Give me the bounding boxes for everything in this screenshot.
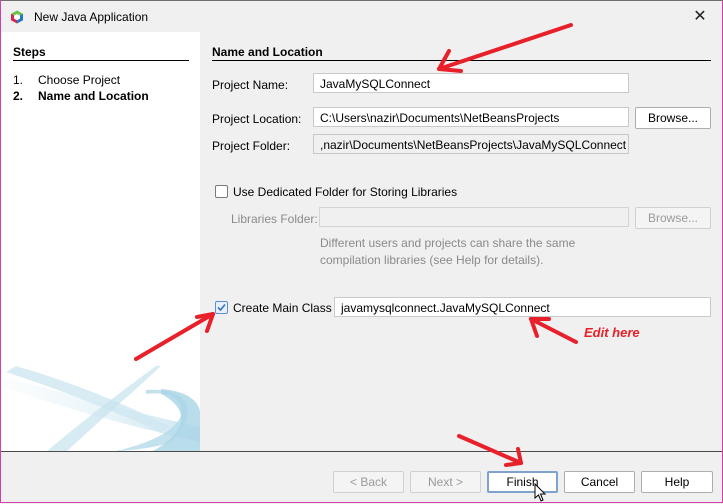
window-title: New Java Application bbox=[34, 10, 149, 24]
step-number: 2. bbox=[13, 89, 24, 103]
section-title: Name and Location bbox=[212, 45, 323, 59]
create-main-class-label: Create Main Class bbox=[233, 301, 332, 315]
back-button: < Back bbox=[333, 471, 404, 493]
dedicated-folder-label: Use Dedicated Folder for Storing Librari… bbox=[233, 185, 458, 199]
help-line-1: Different users and projects can share t… bbox=[320, 236, 576, 250]
create-main-class-checkbox[interactable] bbox=[215, 301, 228, 314]
help-button[interactable]: Help bbox=[641, 471, 713, 493]
step-label: Name and Location bbox=[38, 89, 149, 103]
libraries-folder-input bbox=[319, 207, 629, 227]
mouse-cursor-icon bbox=[534, 483, 547, 502]
project-name-label: Project Name: bbox=[212, 78, 289, 92]
edit-here-annotation: Edit here bbox=[584, 325, 640, 340]
checkmark-icon bbox=[217, 303, 226, 312]
cancel-button[interactable]: Cancel bbox=[564, 471, 635, 493]
browse-libraries-button: Browse... bbox=[635, 207, 711, 229]
main-class-input[interactable]: javamysqlconnect.JavaMySQLConnect bbox=[334, 297, 711, 317]
steps-title: Steps bbox=[13, 45, 46, 59]
project-location-input[interactable]: C:\Users\nazir\Documents\NetBeansProject… bbox=[313, 107, 629, 127]
project-folder-field: ,nazir\Documents\NetBeansProjects\JavaMy… bbox=[313, 134, 629, 154]
next-button: Next > bbox=[410, 471, 481, 493]
decorative-swoosh-graphic bbox=[4, 366, 200, 451]
steps-panel: Steps 1. Choose Project 2. Name and Locati… bbox=[1, 32, 200, 451]
project-folder-label: Project Folder: bbox=[212, 139, 291, 153]
close-button[interactable]: ✕ bbox=[685, 5, 715, 29]
section-divider bbox=[212, 60, 711, 61]
libraries-folder-label: Libraries Folder: bbox=[231, 212, 318, 226]
project-name-input[interactable]: JavaMySQLConnect bbox=[313, 73, 629, 93]
project-location-label: Project Location: bbox=[212, 112, 302, 126]
netbeans-logo-icon bbox=[11, 10, 23, 24]
dialog-window: New Java Application ✕ Steps 1. Choose Pr… bbox=[0, 0, 723, 503]
title-bar: New Java Application ✕ bbox=[1, 1, 722, 32]
step-item-name-and-location: 2. Name and Location bbox=[13, 89, 149, 103]
dedicated-folder-checkbox[interactable] bbox=[215, 185, 228, 198]
step-number: 1. bbox=[13, 73, 24, 87]
help-line-2: compilation libraries (see Help for deta… bbox=[320, 253, 544, 267]
close-icon: ✕ bbox=[693, 8, 707, 25]
browse-location-button[interactable]: Browse... bbox=[635, 107, 711, 129]
footer-divider bbox=[1, 451, 722, 452]
libraries-help-text: Different users and projects can share t… bbox=[320, 235, 575, 269]
steps-divider bbox=[13, 60, 189, 61]
step-item-choose-project: 1. Choose Project bbox=[13, 73, 120, 87]
name-and-location-panel: Name and Location Project Name: JavaMySQ… bbox=[200, 32, 722, 451]
step-label: Choose Project bbox=[38, 73, 121, 87]
